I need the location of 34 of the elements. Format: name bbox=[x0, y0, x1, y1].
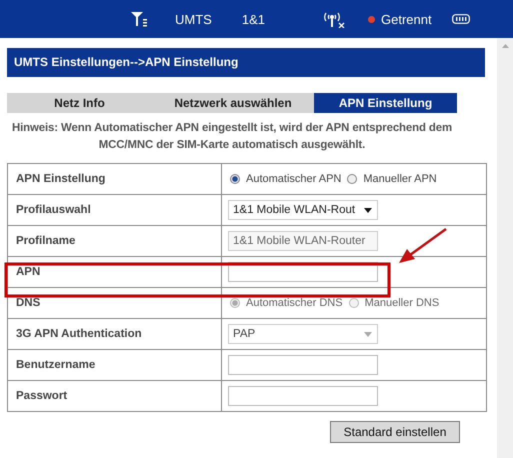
tab[interactable]: Netz Info bbox=[7, 93, 152, 113]
dropdown[interactable]: 1&1 Mobile WLAN-Rout bbox=[228, 200, 378, 220]
field-label: Profilname bbox=[16, 235, 76, 247]
page-title: UMTS Einstellungen-->APN Einstellung bbox=[7, 48, 485, 77]
scrollbar[interactable] bbox=[497, 38, 513, 458]
caret-icon bbox=[364, 208, 372, 212]
provider-name: 1&1 bbox=[242, 12, 265, 26]
wireless-off-icon bbox=[322, 10, 346, 28]
radio-label: Manueller DNS bbox=[364, 297, 440, 309]
connection-status: Getrennt bbox=[380, 12, 432, 26]
field-label: APN bbox=[16, 266, 40, 278]
tab[interactable]: Netzwerk auswählen bbox=[152, 93, 314, 113]
input-field[interactable] bbox=[228, 386, 378, 406]
field-label: DNS bbox=[16, 297, 40, 309]
hint-text: Hinweis: Wenn Automatischer APN eingestellt ist, wird der APN entsprechend dem MCC/MNC der SIM-Karte automatisch ausgewählt. bbox=[10, 121, 454, 153]
field-label: Benutzername bbox=[16, 359, 96, 371]
radio-label: Automatischer APN bbox=[246, 173, 342, 185]
field-label: APN Einstellung bbox=[16, 173, 106, 185]
radio-button[interactable] bbox=[230, 174, 240, 184]
field-label: Profilauswahl bbox=[16, 204, 91, 216]
tab[interactable]: APN Einstellung bbox=[314, 93, 457, 113]
input-field[interactable] bbox=[228, 355, 378, 375]
battery-icon bbox=[452, 14, 470, 24]
signal-icon bbox=[130, 11, 148, 27]
radio-label: Automatischer DNS bbox=[246, 297, 343, 309]
caret-icon bbox=[364, 332, 372, 336]
scroll-up-icon[interactable] bbox=[502, 44, 508, 48]
radio-button[interactable] bbox=[347, 174, 358, 184]
radio-label: Manueller APN bbox=[363, 173, 437, 185]
default-button[interactable]: Standard einstellen bbox=[330, 421, 460, 443]
arrow bbox=[399, 228, 447, 263]
field-label: Passwort bbox=[16, 390, 68, 402]
network-type: UMTS bbox=[175, 12, 212, 26]
field-label: 3G APN Authentication bbox=[16, 328, 142, 340]
